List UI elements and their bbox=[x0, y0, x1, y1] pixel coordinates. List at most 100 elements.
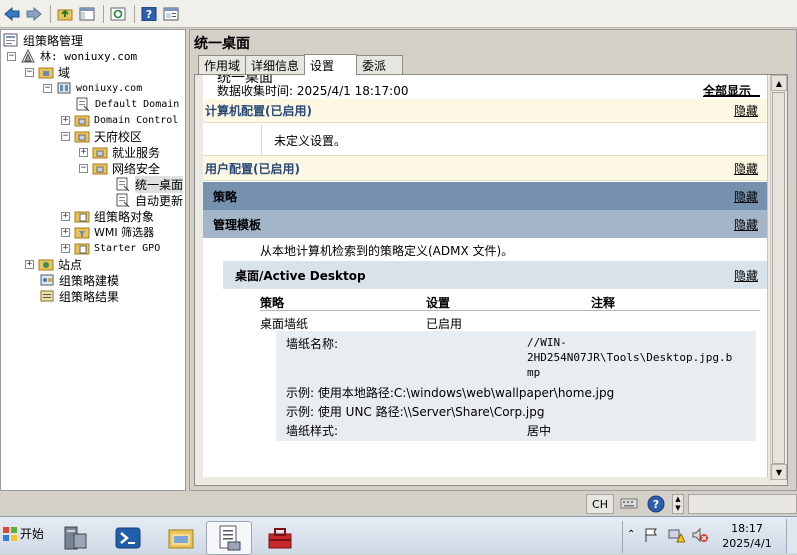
expand-icon[interactable]: + bbox=[61, 115, 70, 125]
tree-node-domain-controllers[interactable]: + Domain Control bbox=[61, 112, 178, 128]
forward-arrow-icon[interactable] bbox=[24, 4, 44, 24]
tree-label: 天府校区 bbox=[94, 129, 143, 144]
wallpaper-name-value: //WIN- 2HD254N07JR\Tools\Desktop.jpg.b m… bbox=[527, 336, 733, 379]
gpo-folder-icon bbox=[74, 211, 90, 223]
tree-label: 统一桌面 bbox=[135, 175, 184, 193]
collapse-icon[interactable]: − bbox=[61, 131, 70, 141]
tree-node-ou-wangluo[interactable]: − 网络安全 bbox=[79, 160, 160, 176]
taskbar-powershell[interactable] bbox=[105, 521, 151, 555]
properties-icon[interactable] bbox=[161, 4, 181, 24]
tree-label: 站点 bbox=[58, 257, 83, 272]
network-warning-icon[interactable] bbox=[667, 527, 686, 546]
tree-node-default-domain[interactable]: Default Domain bbox=[75, 96, 179, 112]
tree-node-results[interactable]: 组策略结果 bbox=[39, 288, 119, 304]
hide-link[interactable]: 隐藏 bbox=[734, 267, 758, 284]
scroll-thumb[interactable] bbox=[772, 92, 785, 464]
up-folder-icon[interactable] bbox=[55, 4, 75, 24]
tray-expand-icon[interactable]: ⌃ bbox=[627, 529, 635, 540]
language-indicator[interactable]: CH bbox=[586, 494, 614, 514]
report-vertical-scrollbar[interactable]: ▲ ▼ bbox=[770, 75, 787, 481]
domain-icon bbox=[57, 82, 71, 94]
tab-scope[interactable]: 作用域 bbox=[198, 55, 247, 74]
computer-config-body: 未定义设置。 bbox=[261, 125, 767, 155]
admin-templates-header[interactable]: 管理模板 隐藏 bbox=[203, 210, 767, 238]
tree-node-root[interactable]: 组策略管理 bbox=[3, 32, 83, 48]
tree-node-sites[interactable]: + 站点 bbox=[25, 256, 82, 272]
help-icon[interactable]: ? bbox=[139, 4, 159, 24]
tab-settings[interactable]: 设置 bbox=[304, 54, 358, 75]
report-frame: 统一桌面 数据收集时间: 2025/4/1 18:17:00 全部显示 计算机配… bbox=[194, 74, 788, 486]
taskbar-gpo-management[interactable] bbox=[206, 521, 252, 555]
tree-label: 组策略对象 bbox=[94, 209, 155, 224]
refresh-icon[interactable] bbox=[108, 4, 128, 24]
hide-link[interactable]: 隐藏 bbox=[734, 216, 758, 233]
policy-state: 已启用 bbox=[426, 317, 463, 331]
tree-label: Domain Control bbox=[94, 114, 179, 126]
expand-icon[interactable]: + bbox=[25, 259, 34, 269]
column-header-policy: 策略 bbox=[260, 296, 285, 310]
start-button[interactable]: 开始 bbox=[2, 525, 44, 542]
undefined-text: 未定义设置。 bbox=[274, 134, 347, 148]
tree-node-gpo-unified[interactable]: 统一桌面 bbox=[115, 175, 184, 193]
divider bbox=[260, 310, 760, 311]
desktop-section-header[interactable]: 桌面/Active Desktop 隐藏 bbox=[223, 261, 767, 289]
tree-node-wmi-filters[interactable]: + WMI 筛选器 bbox=[61, 224, 154, 240]
taskbar-toolbox[interactable] bbox=[257, 521, 303, 555]
tree-node-starter-gpo[interactable]: + Starter GPO bbox=[61, 240, 160, 256]
wmi-folder-icon bbox=[74, 227, 90, 239]
section-title: 用户配置(已启用) bbox=[205, 161, 300, 176]
column-header-comment: 注释 bbox=[591, 296, 616, 310]
details-pane: 统一桌面 作用域 详细信息 设置 委派 统一桌面 数据收集时间: 2025/4/… bbox=[189, 29, 797, 491]
tree-label: woniuxy.com bbox=[76, 82, 143, 94]
tree-node-gpo-auto[interactable]: 自动更新 bbox=[115, 192, 183, 208]
user-config-header[interactable]: 用户配置(已启用) 隐藏 bbox=[203, 155, 767, 181]
computer-config-header[interactable]: 计算机配置(已启用) 隐藏 bbox=[203, 99, 767, 123]
taskbar-server-manager[interactable] bbox=[52, 521, 98, 555]
policies-header[interactable]: 策略 隐藏 bbox=[203, 182, 767, 210]
scroll-up-arrow-icon[interactable]: ▲ bbox=[771, 75, 787, 91]
tree-node-forest[interactable]: − 林: woniuxy.com bbox=[7, 48, 137, 64]
expand-icon[interactable]: + bbox=[61, 227, 70, 237]
action-center-flag-icon[interactable] bbox=[643, 527, 659, 546]
tree-node-ou-tianfu[interactable]: − 天府校区 bbox=[61, 128, 142, 144]
expand-icon[interactable]: + bbox=[61, 211, 70, 221]
tree-label: 组策略结果 bbox=[59, 289, 120, 304]
scroll-down-arrow-icon[interactable]: ▼ bbox=[771, 464, 787, 480]
tab-delegation[interactable]: 委派 bbox=[356, 55, 404, 74]
collapse-icon[interactable]: − bbox=[7, 51, 16, 61]
clock[interactable]: 18:17 2025/4/1 bbox=[716, 521, 778, 551]
hide-link[interactable]: 隐藏 bbox=[734, 188, 758, 205]
domains-folder-icon bbox=[38, 67, 54, 79]
keyboard-icon[interactable] bbox=[620, 496, 638, 513]
show-hide-tree-icon[interactable] bbox=[77, 4, 97, 24]
policy-detail-panel: 墙纸名称: //WIN- 2HD254N07JR\Tools\Desktop.j… bbox=[276, 331, 756, 441]
toolbar: ? bbox=[0, 0, 797, 28]
example-local-path: 示例: 使用本地路径:C:\windows\web\wallpaper\home… bbox=[286, 386, 615, 400]
ime-options-icon[interactable]: ▲ ▼ bbox=[672, 494, 684, 514]
hide-link[interactable]: 隐藏 bbox=[734, 160, 758, 177]
tree-node-gpo-objects[interactable]: + 组策略对象 bbox=[61, 208, 154, 224]
taskbar-explorer[interactable] bbox=[158, 521, 204, 555]
collapse-icon[interactable]: − bbox=[43, 83, 52, 93]
ou-folder-icon bbox=[92, 163, 108, 175]
show-desktop-button[interactable] bbox=[786, 519, 797, 553]
collapse-icon[interactable]: − bbox=[25, 67, 34, 77]
collapse-icon[interactable]: − bbox=[79, 163, 88, 173]
tree-node-ou-jiuye[interactable]: + 就业服务 bbox=[79, 144, 160, 160]
tree-node-modeling[interactable]: 组策略建模 bbox=[39, 272, 119, 288]
powershell-icon bbox=[115, 527, 141, 549]
hide-link[interactable]: 隐藏 bbox=[734, 102, 758, 119]
gpmc-icon bbox=[3, 33, 18, 47]
section-title: 管理模板 bbox=[213, 217, 262, 232]
expand-icon[interactable]: + bbox=[61, 243, 70, 253]
tree-node-domains[interactable]: − 域 bbox=[25, 64, 70, 80]
expand-icon[interactable]: + bbox=[79, 147, 88, 157]
volume-muted-icon[interactable] bbox=[691, 527, 709, 546]
tree-node-domain[interactable]: − woniuxy.com bbox=[43, 80, 142, 96]
help-icon[interactable]: ? bbox=[647, 495, 665, 516]
tab-details[interactable]: 详细信息 bbox=[245, 55, 306, 74]
tree-label: 组策略建模 bbox=[59, 273, 120, 288]
clock-date: 2025/4/1 bbox=[722, 537, 772, 550]
back-arrow-icon[interactable] bbox=[2, 4, 22, 24]
tree-label: 就业服务 bbox=[112, 145, 161, 160]
